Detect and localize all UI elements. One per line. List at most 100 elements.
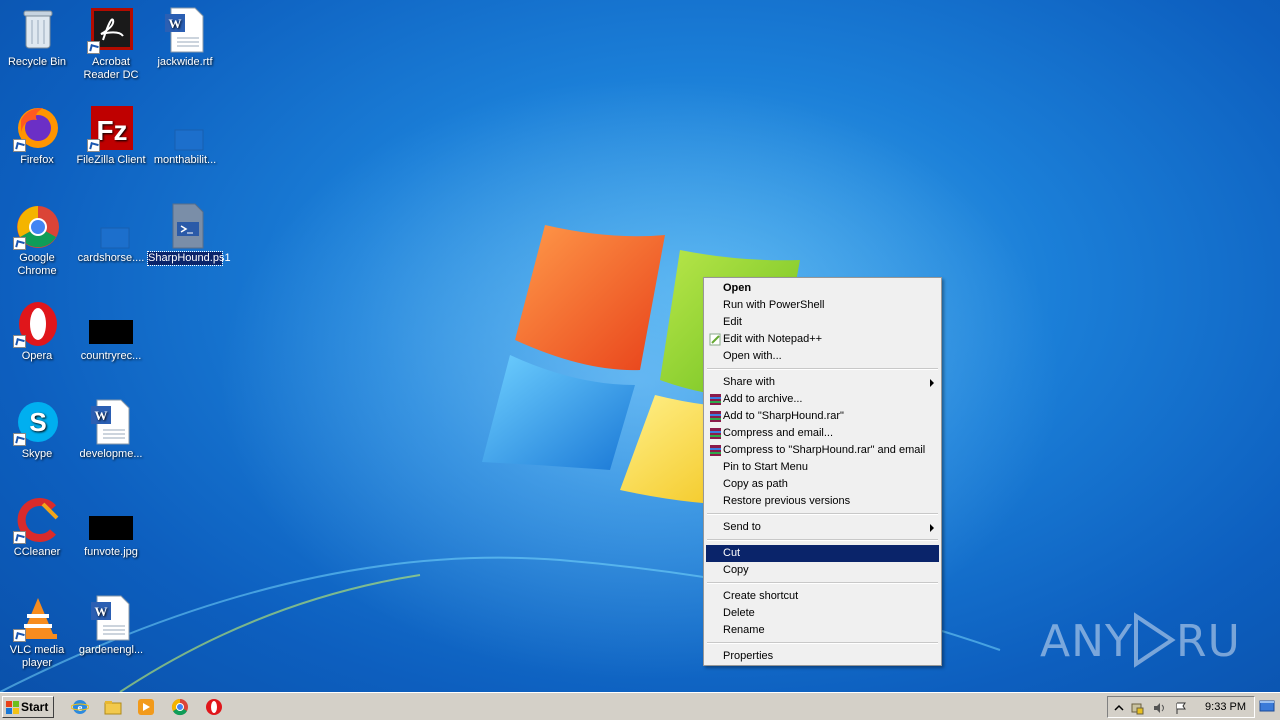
desktop-icon-cardshorse[interactable]: cardshorse.... bbox=[74, 202, 148, 265]
menu-item-pin-to-start-menu[interactable]: Pin to Start Menu bbox=[706, 459, 939, 476]
ccleaner-icon bbox=[13, 496, 61, 544]
desktop-icon-label: Opera bbox=[21, 350, 53, 362]
desktop-icon-label: Skype bbox=[21, 448, 53, 460]
opera-icon[interactable] bbox=[205, 698, 223, 716]
context-menu: Open Run with PowerShell Edit Edit with … bbox=[703, 277, 942, 666]
desktop-icon-skype[interactable]: S Skype bbox=[0, 398, 74, 461]
shortcut-arrow-icon bbox=[13, 433, 26, 446]
svg-text:ANY: ANY bbox=[1040, 616, 1133, 667]
menu-item-label: Restore previous versions bbox=[723, 495, 851, 507]
menu-item-cut[interactable]: Cut bbox=[706, 545, 939, 562]
blank-file-icon bbox=[87, 202, 135, 250]
menu-item-label: Compress and email... bbox=[723, 427, 834, 439]
winrar-icon bbox=[710, 411, 721, 422]
desktop-icon-label: Google Chrome bbox=[17, 252, 57, 277]
desktop-icon-label: funvote.jpg bbox=[84, 546, 138, 558]
menu-item-delete[interactable]: Delete bbox=[706, 605, 939, 622]
menu-item-copy-as-path[interactable]: Copy as path bbox=[706, 476, 939, 493]
desktop-icon-label: SharpHound.ps1 bbox=[147, 251, 231, 266]
desktop-icon-developme[interactable]: W developme... bbox=[74, 398, 148, 461]
desktop-icon-countryrec[interactable]: countryrec... bbox=[74, 300, 148, 363]
word-document-icon: W bbox=[87, 398, 135, 446]
desktop-icon-recycle-bin[interactable]: Recycle Bin bbox=[0, 6, 74, 69]
desktop-icon-acrobat[interactable]: Acrobat Reader DC bbox=[74, 6, 148, 82]
desktop-icon-firefox[interactable]: Firefox bbox=[0, 104, 74, 167]
action-center-icon[interactable] bbox=[1130, 701, 1144, 715]
desktop-icon-gardenengl[interactable]: W gardenengl... bbox=[74, 594, 148, 657]
desktop-icon-label: jackwide.rtf bbox=[157, 56, 213, 68]
desktop-icon-opera[interactable]: Opera bbox=[0, 300, 74, 363]
clock[interactable]: 9:33 PM bbox=[1205, 701, 1246, 713]
svg-text:W: W bbox=[169, 16, 182, 31]
menu-item-label: Open bbox=[723, 282, 752, 294]
desktop-icon-chrome[interactable]: Google Chrome bbox=[0, 202, 74, 278]
menu-item-label: Edit with Notepad++ bbox=[723, 333, 823, 345]
menu-item-compress-and-email[interactable]: Compress and email... bbox=[706, 425, 939, 442]
submenu-arrow-icon bbox=[930, 524, 934, 532]
desktop-icon-monthabilit[interactable]: monthabilit... bbox=[148, 104, 222, 167]
shortcut-arrow-icon bbox=[13, 531, 26, 544]
menu-item-restore-previous-versions[interactable]: Restore previous versions bbox=[706, 493, 939, 510]
desktop-icon-filezilla[interactable]: Fz FileZilla Client bbox=[74, 104, 148, 167]
menu-item-create-shortcut[interactable]: Create shortcut bbox=[706, 588, 939, 605]
menu-item-compress-to-rar-and-email[interactable]: Compress to "SharpHound.rar" and email bbox=[706, 442, 939, 459]
shortcut-arrow-icon bbox=[13, 629, 26, 642]
desktop-icon-label: monthabilit... bbox=[153, 154, 217, 166]
menu-item-open[interactable]: Open bbox=[706, 280, 939, 297]
desktop-icon-sharphound[interactable]: SharpHound.ps1 bbox=[147, 202, 231, 266]
firefox-icon bbox=[13, 104, 61, 152]
menu-item-label: Properties bbox=[723, 650, 774, 662]
desktop-icon-label: FileZilla Client bbox=[76, 154, 146, 166]
image-file-icon bbox=[87, 300, 135, 348]
volume-icon[interactable] bbox=[1152, 701, 1166, 715]
desktop-icon-label: developme... bbox=[79, 448, 143, 460]
menu-separator bbox=[707, 368, 938, 370]
notepadpp-icon bbox=[709, 333, 721, 346]
recycle-bin-icon bbox=[13, 6, 61, 54]
shortcut-arrow-icon bbox=[87, 41, 100, 54]
powershell-script-icon bbox=[161, 202, 209, 250]
desktop-icon-ccleaner[interactable]: CCleaner bbox=[0, 496, 74, 559]
menu-item-edit-with-notepadpp[interactable]: Edit with Notepad++ bbox=[706, 331, 939, 348]
menu-item-label: Create shortcut bbox=[723, 590, 799, 602]
opera-icon bbox=[13, 300, 61, 348]
chrome-icon bbox=[13, 202, 61, 250]
menu-item-open-with[interactable]: Open with... bbox=[706, 348, 939, 365]
desktop-icon-funvote[interactable]: funvote.jpg bbox=[74, 496, 148, 559]
menu-item-add-to-sharphound-rar[interactable]: Add to "SharpHound.rar" bbox=[706, 408, 939, 425]
menu-item-add-to-archive[interactable]: Add to archive... bbox=[706, 391, 939, 408]
menu-item-label: Add to "SharpHound.rar" bbox=[723, 410, 844, 422]
desktop-icon-jackwide[interactable]: W jackwide.rtf bbox=[148, 6, 222, 69]
shortcut-arrow-icon bbox=[13, 237, 26, 250]
menu-separator bbox=[707, 642, 938, 644]
winrar-icon bbox=[710, 428, 721, 439]
menu-item-label: Open with... bbox=[723, 350, 782, 362]
menu-item-rename[interactable]: Rename bbox=[706, 622, 939, 639]
internet-explorer-icon[interactable]: e bbox=[71, 698, 89, 716]
menu-item-properties[interactable]: Properties bbox=[706, 648, 939, 665]
skype-icon: S bbox=[13, 398, 61, 446]
desktop-icon-label: Acrobat Reader DC bbox=[83, 56, 139, 81]
menu-item-label: Compress to "SharpHound.rar" and email bbox=[723, 444, 926, 456]
explorer-icon[interactable] bbox=[104, 698, 122, 716]
svg-text:RUN: RUN bbox=[1176, 616, 1240, 667]
menu-item-edit[interactable]: Edit bbox=[706, 314, 939, 331]
image-file-icon bbox=[87, 496, 135, 544]
show-desktop-icon[interactable] bbox=[1259, 698, 1275, 714]
network-icon[interactable] bbox=[1174, 701, 1188, 715]
menu-item-run-with-powershell[interactable]: Run with PowerShell bbox=[706, 297, 939, 314]
show-hidden-icons-icon[interactable] bbox=[1112, 701, 1126, 715]
start-button[interactable]: Start bbox=[2, 696, 54, 718]
word-document-icon: W bbox=[161, 6, 209, 54]
menu-item-send-to[interactable]: Send to bbox=[706, 519, 939, 536]
menu-item-share-with[interactable]: Share with bbox=[706, 374, 939, 391]
filezilla-icon: Fz bbox=[87, 104, 135, 152]
media-player-icon[interactable] bbox=[137, 698, 155, 716]
menu-item-label: Delete bbox=[723, 607, 755, 619]
menu-item-copy[interactable]: Copy bbox=[706, 562, 939, 579]
taskbar: Start e 9:33 PM bbox=[0, 692, 1280, 720]
desktop-icon-vlc[interactable]: VLC media player bbox=[0, 594, 74, 670]
desktop-icon-label: cardshorse.... bbox=[77, 252, 145, 264]
chrome-icon[interactable] bbox=[171, 698, 189, 716]
winrar-icon bbox=[710, 445, 721, 456]
